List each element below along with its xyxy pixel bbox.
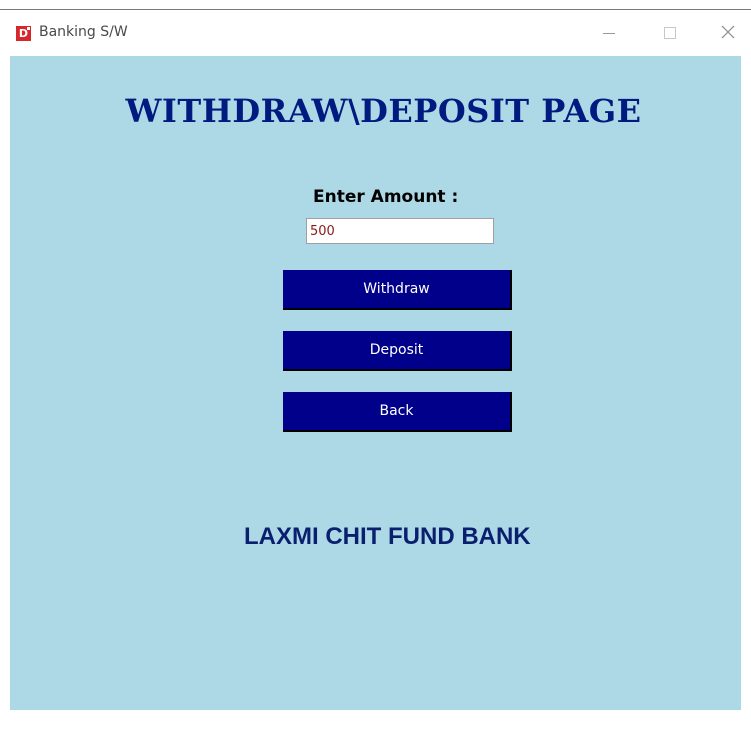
maximize-button[interactable] (647, 10, 693, 56)
amount-label: Enter Amount : (313, 187, 459, 207)
page-title: WITHDRAW\DEPOSIT PAGE (125, 92, 642, 130)
app-window: D Banking S/W WITHDRAW\DEPOSIT PAGE Ente… (0, 0, 751, 738)
bank-name: LAXMI CHIT FUND BANK (244, 523, 531, 550)
app-icon: D (16, 26, 31, 41)
withdraw-button[interactable]: Withdraw (283, 270, 512, 310)
minimize-button[interactable] (586, 10, 632, 56)
minimize-icon (603, 33, 615, 34)
main-panel: WITHDRAW\DEPOSIT PAGE Enter Amount : Wit… (10, 56, 741, 710)
amount-input[interactable] (306, 218, 494, 244)
maximize-icon (664, 27, 676, 39)
title-bar[interactable]: D Banking S/W (0, 10, 751, 56)
close-button[interactable] (705, 10, 751, 56)
window-title: Banking S/W (39, 24, 128, 40)
deposit-button[interactable]: Deposit (283, 331, 512, 371)
back-button[interactable]: Back (283, 392, 512, 432)
close-icon (721, 25, 735, 39)
